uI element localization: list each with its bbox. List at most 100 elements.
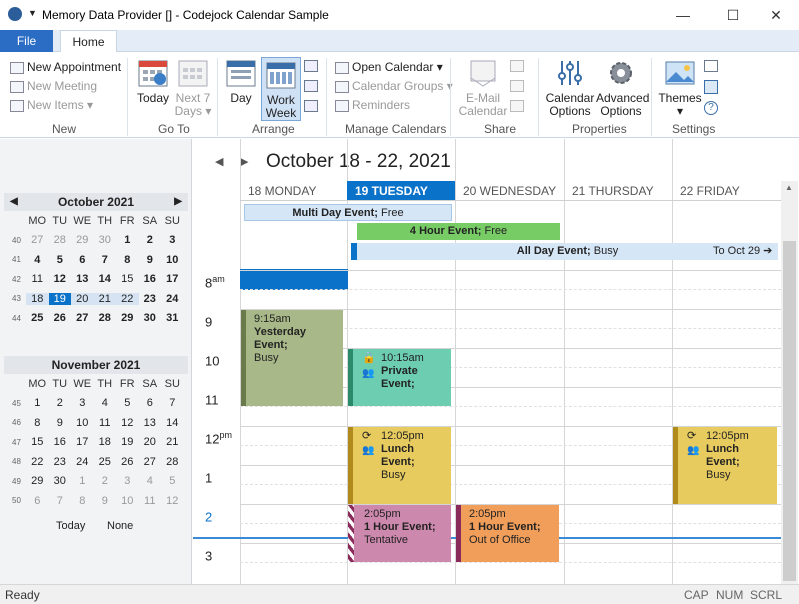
today-button[interactable]: Today (135, 58, 171, 105)
one-hour-event-out-of-office[interactable]: 2:05pm 1 Hour Event; Out of Office (456, 505, 559, 562)
lunch-event-tuesday[interactable]: ⟳ 👥 12:05pm Lunch Event; Busy (348, 427, 451, 504)
day-cell[interactable]: 24 (71, 456, 94, 468)
help-icon[interactable]: ? (704, 101, 718, 115)
tab-file[interactable]: File (0, 30, 53, 52)
day-cell[interactable]: 4 (94, 397, 117, 409)
day-cell[interactable]: 17 (71, 436, 94, 448)
day-cell[interactable]: 20 (139, 436, 162, 448)
day-cell[interactable]: 28 (94, 312, 117, 324)
day-cell[interactable]: 9 (94, 495, 117, 507)
day-cell[interactable]: 14 (161, 417, 184, 429)
day-cell[interactable]: 27 (71, 312, 94, 324)
day-header[interactable]: 21 THURSDAY (564, 181, 672, 201)
day-cell[interactable]: 25 (94, 456, 117, 468)
close-button[interactable]: ✕ (753, 0, 799, 30)
four-hour-event-banner[interactable]: 4 Hour Event; Free (351, 223, 560, 240)
next-7-days-button[interactable]: Next 7 Days ▾ (173, 58, 213, 118)
day-cell[interactable]: 30 (94, 234, 117, 246)
day-cell[interactable]: 21 (161, 436, 184, 448)
day-cell[interactable]: 30 (139, 312, 162, 324)
work-week-button[interactable]: Work Week (261, 57, 301, 121)
multi-day-event-banner[interactable]: Multi Day Event; Free (244, 204, 452, 221)
day-view-button[interactable]: Day (224, 58, 258, 105)
day-cell[interactable]: 9 (49, 417, 72, 429)
lunch-event-friday[interactable]: ⟳ 👥 12:05pm Lunch Event; Busy (673, 427, 777, 504)
day-cell[interactable]: 2 (94, 475, 117, 487)
day-cell[interactable]: 1 (116, 234, 139, 246)
reminders-button[interactable]: Reminders (335, 96, 410, 114)
calendar-groups-button[interactable]: Calendar Groups ▾ (335, 77, 453, 95)
new-appointment-button[interactable]: New Appointment (10, 58, 121, 76)
day-cell[interactable]: 9 (139, 254, 162, 266)
day-cell[interactable]: 5 (49, 254, 72, 266)
advanced-options-button[interactable]: Advanced Options (596, 58, 649, 118)
day-cell[interactable]: 11 (26, 273, 49, 285)
day-cell[interactable]: 29 (26, 475, 49, 487)
day-cell[interactable]: 7 (161, 397, 184, 409)
day-cell[interactable]: 27 (139, 456, 162, 468)
day-cell[interactable]: 23 (139, 293, 162, 305)
calendar-view[interactable]: ◀ ▶ October 18 - 22, 2021 18 MONDAY 19 T… (193, 139, 799, 584)
day-cell[interactable]: 27 (26, 234, 49, 246)
day-cell[interactable]: 29 (71, 234, 94, 246)
calendar-options-button[interactable]: Calendar Options (545, 58, 595, 118)
day-cell[interactable]: 24 (161, 293, 184, 305)
day-cell[interactable]: 2 (139, 234, 162, 246)
mini-none-button[interactable]: None (107, 520, 133, 532)
quick-access-dropdown-icon[interactable]: ▼ (28, 8, 37, 18)
day-header[interactable]: 22 FRIDAY (672, 181, 781, 201)
app-icon[interactable] (8, 7, 22, 21)
scrollbar-thumb[interactable] (783, 241, 796, 581)
day-cell[interactable]: 10 (116, 495, 139, 507)
open-calendar-button[interactable]: Open Calendar ▾ (335, 58, 443, 76)
day-cell[interactable]: 26 (49, 312, 72, 324)
day-cell[interactable]: 7 (94, 254, 117, 266)
day-cell-today[interactable]: 19 (48, 292, 71, 305)
email-calendar-button[interactable]: E-Mail Calendar (458, 58, 508, 118)
day-cell[interactable]: 26 (116, 456, 139, 468)
day-header[interactable]: 18 MONDAY (240, 181, 347, 201)
themes-button[interactable]: Themes ▾ (658, 58, 702, 118)
day-cell[interactable]: 28 (161, 456, 184, 468)
prev-month-arrow-icon[interactable]: ◀ (10, 193, 18, 211)
day-cell[interactable]: 28 (49, 234, 72, 246)
day-cell[interactable]: 5 (116, 397, 139, 409)
day-cell[interactable]: 6 (26, 495, 49, 507)
scroll-up-arrow-icon[interactable]: ▲ (785, 183, 793, 192)
day-cell[interactable]: 3 (161, 234, 184, 246)
minimize-button[interactable]: — (660, 0, 706, 30)
day-cell[interactable]: 8 (71, 495, 94, 507)
day-cell[interactable]: 29 (116, 312, 139, 324)
date-icon[interactable] (704, 80, 718, 94)
day-cell[interactable]: 11 (139, 495, 162, 507)
day-cell[interactable]: 23 (49, 456, 72, 468)
calendar-settings-icon[interactable] (704, 60, 718, 72)
day-header-today[interactable]: 19 TUESDAY (347, 181, 455, 201)
day-cell[interactable]: 11 (94, 417, 117, 429)
day-cell[interactable]: 31 (161, 312, 184, 324)
next-range-arrow-icon[interactable]: ▶ (240, 155, 248, 168)
day-cell[interactable]: 19 (116, 436, 139, 448)
day-cell[interactable]: 12 (116, 417, 139, 429)
day-cell[interactable]: 3 (116, 475, 139, 487)
day-cell[interactable]: 13 (139, 417, 162, 429)
new-items-button[interactable]: New Items ▾ (10, 96, 93, 114)
day-cell[interactable]: 18 (26, 292, 49, 305)
calendar-permissions-icon[interactable] (510, 100, 524, 112)
share-calendar-icon[interactable] (510, 60, 524, 72)
yesterday-event[interactable]: 9:15am Yesterday Event; Busy (241, 310, 343, 406)
day-cell[interactable]: 6 (139, 397, 162, 409)
day-cell[interactable]: 5 (161, 475, 184, 487)
maximize-button[interactable]: ☐ (710, 0, 756, 30)
new-meeting-button[interactable]: New Meeting (10, 77, 97, 95)
day-cell[interactable]: 22 (26, 456, 49, 468)
day-cell[interactable]: 16 (139, 273, 162, 285)
prev-range-arrow-icon[interactable]: ◀ (215, 155, 223, 168)
day-cell[interactable]: 18 (94, 436, 117, 448)
day-cell[interactable]: 14 (94, 273, 117, 285)
day-cell[interactable]: 10 (161, 254, 184, 266)
day-cell[interactable]: 25 (26, 312, 49, 324)
publish-calendar-icon[interactable] (510, 80, 524, 92)
vertical-scrollbar[interactable]: ▲ (781, 181, 798, 584)
day-cell[interactable]: 15 (116, 273, 139, 285)
